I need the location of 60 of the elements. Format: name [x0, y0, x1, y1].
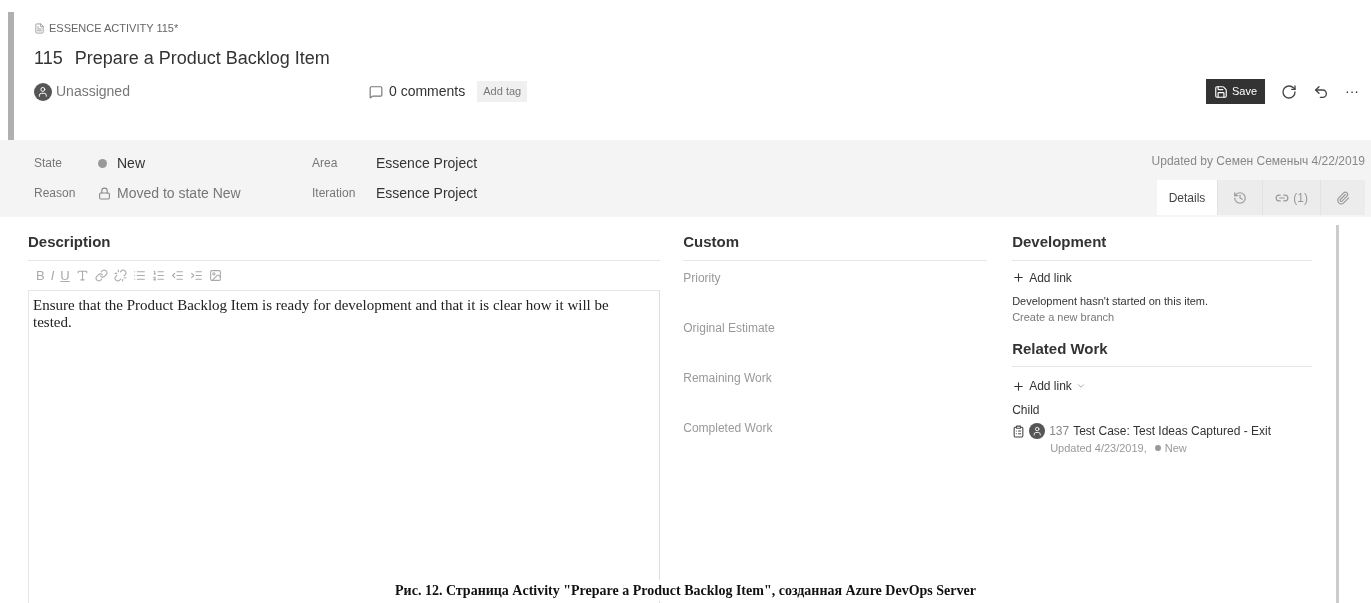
comment-icon [369, 84, 383, 99]
add-link-button[interactable]: Add link [1012, 268, 1313, 287]
state-text: New [1164, 441, 1187, 456]
chevron-down-icon [1075, 381, 1086, 391]
field-label: Area [312, 155, 339, 172]
refresh-icon[interactable] [1281, 83, 1297, 100]
tab[interactable] [1217, 180, 1263, 215]
work-item-type: ESSENCE ACTIVITY 115* [49, 21, 179, 36]
undo-icon[interactable] [1313, 83, 1329, 100]
text-color-icon[interactable] [75, 269, 89, 282]
work-item-title[interactable]: Prepare a Product Backlog Item [74, 44, 330, 72]
section-heading: Development [1012, 231, 1313, 261]
avatar-icon [1029, 423, 1046, 439]
link-group-label: Child [1012, 402, 1041, 419]
field-label: Original Estimate [683, 319, 776, 337]
section-heading: Related Work [1012, 337, 1313, 367]
link-icon[interactable] [94, 269, 108, 282]
field-label: Reason [34, 185, 77, 202]
bullet-list-icon[interactable] [132, 269, 146, 282]
image-icon[interactable] [208, 269, 222, 282]
field-value[interactable]: Essence Project [376, 152, 478, 174]
field-label: Remaining Work [683, 369, 773, 387]
field-label: Iteration [312, 185, 357, 202]
related-item-link[interactable]: Test Case: Test Ideas Captured - Exit [1073, 422, 1272, 440]
tab[interactable]: Details [1156, 180, 1218, 215]
field-label: State [34, 155, 64, 172]
field-value[interactable]: Essence Project [376, 182, 478, 204]
add-link-button[interactable]: Add link [1012, 377, 1313, 395]
outdent-icon[interactable] [170, 269, 184, 282]
field-label: Priority [683, 269, 722, 287]
save-icon [1213, 84, 1228, 99]
work-item-id: 115 [34, 46, 63, 70]
section-heading: Custom [683, 231, 988, 261]
attachment-icon [1336, 190, 1350, 205]
create-branch-link[interactable]: Create a new branch [1012, 309, 1313, 326]
tab[interactable] [1320, 180, 1365, 215]
assignee-button[interactable]: Unassigned [34, 81, 369, 102]
description-text: Ensure that the Product Backlog Item is ready for development and that it is clear how it will be tested. [33, 296, 610, 331]
comments-button[interactable]: 0 comments [369, 81, 466, 102]
save-button[interactable]: Save [1205, 79, 1265, 104]
updated-text: Updated by Семен Семеныч 4/22/2019 [1151, 153, 1365, 170]
add-tag-button[interactable]: Add tag [477, 81, 528, 102]
work-item-id: 137 [1049, 423, 1070, 440]
indent-icon[interactable] [189, 269, 203, 282]
plus-icon [1012, 379, 1026, 393]
field-label: Completed Work [683, 419, 774, 437]
plus-icon [1012, 271, 1026, 284]
unlink-icon[interactable] [113, 269, 127, 282]
field-value[interactable]: Moved to state New [98, 182, 241, 204]
test-case-icon [1012, 424, 1026, 438]
more-button[interactable]: ··· [1345, 81, 1359, 102]
numbered-list-icon[interactable] [151, 269, 165, 282]
work-item-icon [34, 22, 45, 34]
history-icon [1233, 190, 1248, 205]
avatar-icon [34, 82, 52, 101]
lock-icon [98, 186, 111, 200]
development-note: Development hasn't started on this item. [1012, 293, 1210, 309]
updated-text: Updated 4/23/2019, [1050, 441, 1147, 456]
section-heading: Description [28, 231, 661, 261]
field-value[interactable]: New [98, 152, 145, 174]
